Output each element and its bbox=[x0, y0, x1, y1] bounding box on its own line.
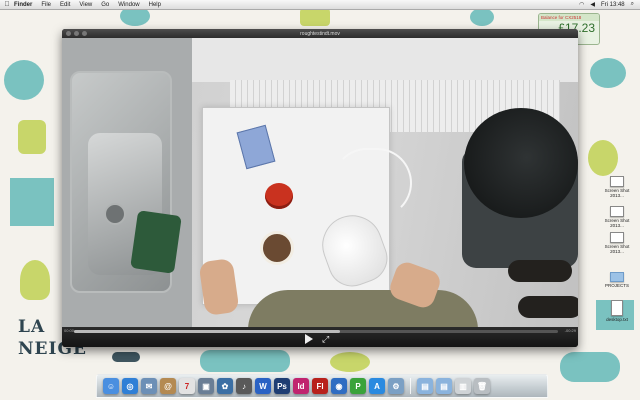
video-sink bbox=[70, 71, 182, 293]
dock-messages-icon[interactable]: P bbox=[350, 378, 366, 394]
menu-app-name[interactable]: Finder bbox=[14, 2, 32, 8]
video-person bbox=[248, 290, 478, 327]
dock-app-store-icon[interactable]: A bbox=[369, 378, 385, 394]
video-red-jar bbox=[265, 183, 293, 209]
desktop-file-icon[interactable]: Screen Shot 2013... bbox=[600, 176, 634, 198]
wallpaper-shape bbox=[18, 120, 46, 154]
video-wall bbox=[192, 38, 578, 82]
player-controls: 00:00 -00:29 ⤢ bbox=[62, 327, 578, 347]
dock-safari-icon[interactable]: ◎ bbox=[122, 378, 138, 394]
scrubber-progress bbox=[74, 330, 341, 333]
wallpaper-shape bbox=[470, 8, 494, 26]
desktop-file-label: Screen Shot 2013... bbox=[604, 244, 630, 254]
wallpaper-shape bbox=[588, 140, 618, 176]
video-shoe bbox=[518, 296, 578, 318]
dock-indesign-icon[interactable]: Id bbox=[293, 378, 309, 394]
window-controls bbox=[66, 31, 90, 36]
menu-clock[interactable]: Fri 13:48 bbox=[601, 2, 625, 8]
desktop-file-label: Screen Shot 2013... bbox=[604, 218, 630, 228]
document-icon bbox=[611, 300, 623, 316]
desktop-doc-icon[interactable]: desktop.txt bbox=[600, 300, 634, 322]
dock-itunes-icon[interactable]: ♪ bbox=[236, 378, 252, 394]
desktop-file-icon[interactable]: Screen Shot 2013... bbox=[600, 206, 634, 228]
widget-header: Balance for CX2518 bbox=[539, 14, 599, 21]
dock-flash-icon[interactable]: Fl bbox=[312, 378, 328, 394]
image-thumbnail-icon bbox=[610, 176, 624, 187]
dock-calendar-icon[interactable]: 7 bbox=[179, 378, 195, 394]
dock-iphoto-icon[interactable]: ✿ bbox=[217, 378, 233, 394]
desktop-folder-label: PROJECTS bbox=[604, 283, 629, 288]
dock-trash-icon[interactable]: 🗑 bbox=[474, 378, 490, 394]
desktop-folder-icon[interactable]: PROJECTS bbox=[600, 272, 634, 288]
dock-word-icon[interactable]: W bbox=[255, 378, 271, 394]
wallpaper-shape bbox=[112, 352, 140, 362]
menu-edit[interactable]: Edit bbox=[60, 2, 70, 8]
menu-bar:  Finder File Edit View Go Window Help ◠… bbox=[0, 0, 640, 10]
video-player-window[interactable]: roughtestindt.mov 00:00 -00:29 ⤢ bbox=[62, 29, 578, 347]
video-shoe bbox=[508, 260, 572, 282]
wallpaper-shape bbox=[4, 60, 44, 100]
video-mug bbox=[260, 231, 294, 265]
video-frame[interactable] bbox=[62, 38, 578, 327]
volume-icon[interactable]: ◀ bbox=[590, 1, 595, 8]
dock-finder-icon[interactable]: ☺ bbox=[103, 378, 119, 394]
dock-photoshop-icon[interactable]: Ps bbox=[274, 378, 290, 394]
zoom-icon[interactable] bbox=[82, 31, 87, 36]
minimize-icon[interactable] bbox=[74, 31, 79, 36]
image-thumbnail-icon bbox=[610, 232, 624, 243]
time-remaining: -00:29 bbox=[564, 328, 576, 333]
desktop-doc-label: desktop.txt bbox=[606, 317, 628, 322]
dock-address-book-icon[interactable]: @ bbox=[160, 378, 176, 394]
dock-mail-icon[interactable]: ✉ bbox=[141, 378, 157, 394]
menu-go[interactable]: Go bbox=[101, 2, 109, 8]
apple-menu-icon[interactable]:  bbox=[0, 1, 14, 8]
wifi-icon[interactable]: ◠ bbox=[579, 1, 584, 8]
dock-applications-folder-icon[interactable]: ▤ bbox=[417, 378, 433, 394]
wallpaper-shape bbox=[560, 352, 620, 382]
menu-items: Finder File Edit View Go Window Help bbox=[14, 2, 170, 8]
menu-extras: ◠ ◀ Fri 13:48 ⌕ bbox=[573, 1, 640, 8]
player-titlebar[interactable]: roughtestindt.mov bbox=[62, 29, 578, 38]
menu-window[interactable]: Window bbox=[118, 2, 139, 8]
menu-help[interactable]: Help bbox=[149, 2, 161, 8]
video-drain bbox=[104, 203, 126, 225]
fullscreen-icon[interactable]: ⤢ bbox=[322, 334, 329, 344]
desktop-file-icon[interactable]: Screen Shot 2013... bbox=[600, 232, 634, 254]
wallpaper-shape bbox=[200, 350, 290, 372]
spotlight-icon[interactable]: ⌕ bbox=[631, 1, 634, 8]
scrubber-track[interactable] bbox=[74, 330, 558, 333]
desktop-file-label: Screen Shot 2013... bbox=[604, 188, 630, 198]
dock-documents-folder-icon[interactable]: ▤ bbox=[436, 378, 452, 394]
folder-icon bbox=[610, 272, 624, 282]
dock-utility-icon[interactable]: ⚙ bbox=[388, 378, 404, 394]
image-thumbnail-icon bbox=[610, 206, 624, 217]
wallpaper-shape bbox=[590, 58, 626, 88]
close-icon[interactable] bbox=[66, 31, 71, 36]
time-elapsed: 00:00 bbox=[64, 328, 75, 333]
wallpaper-shape bbox=[20, 260, 50, 300]
dock-preview-icon[interactable]: ▣ bbox=[198, 378, 214, 394]
dock-separator bbox=[410, 378, 411, 394]
dock-downloads-stack-icon[interactable]: ▥ bbox=[455, 378, 471, 394]
play-button[interactable] bbox=[305, 334, 313, 344]
video-bin bbox=[464, 108, 578, 218]
player-title: roughtestindt.mov bbox=[300, 30, 340, 37]
dock: ☺ ◎ ✉ @7 ▣ ✿ ♪ W Ps Id Fl ◉ P A ⚙ ▤ ▤ ▥ 🗑 bbox=[96, 374, 548, 398]
wallpaper-shape bbox=[330, 352, 370, 372]
menu-view[interactable]: View bbox=[79, 2, 92, 8]
video-kettle-cord bbox=[332, 148, 412, 218]
menu-file[interactable]: File bbox=[41, 2, 51, 8]
video-towel bbox=[130, 210, 182, 274]
dock-browser-icon[interactable]: ◉ bbox=[331, 378, 347, 394]
wallpaper-shape bbox=[300, 8, 330, 26]
wallpaper-shape bbox=[10, 178, 54, 226]
